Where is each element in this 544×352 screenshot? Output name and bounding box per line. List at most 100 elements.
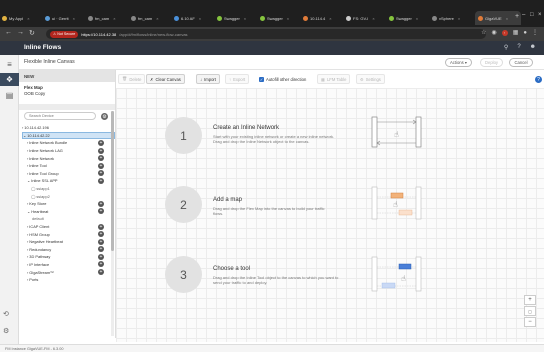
export-button[interactable]: ↑ Export xyxy=(225,74,250,84)
forward-icon[interactable]: → xyxy=(17,29,24,36)
extension-badge-icon[interactable]: ! xyxy=(501,29,508,36)
browser-tab[interactable]: Swagger × xyxy=(217,13,257,23)
panel-scrollbar[interactable] xyxy=(111,111,114,336)
browser-tab[interactable]: ui · Gerrit × xyxy=(45,13,85,23)
actions-dropdown[interactable]: Actions ▾ xyxy=(445,58,472,67)
add-icon[interactable]: + xyxy=(98,170,104,177)
add-icon[interactable]: + xyxy=(98,200,104,207)
close-tab-icon[interactable]: × xyxy=(416,16,418,21)
traffic-nav-icon[interactable]: ❖ xyxy=(0,73,19,86)
lfm-table-button[interactable]: ▦ LFM Table xyxy=(317,74,351,84)
user-icon[interactable]: ☻ xyxy=(530,44,536,51)
tree-category[interactable]: › Key Store + xyxy=(22,200,115,208)
not-secure-badge[interactable]: ⚠ Not Secure xyxy=(50,30,79,38)
tree-category[interactable]: › IP Interface + xyxy=(22,261,115,269)
maximize-icon[interactable]: □ xyxy=(530,12,534,18)
tree-category[interactable]: ⌄ Heartbeat + xyxy=(22,208,115,216)
browser-tab[interactable]: vSphere × xyxy=(432,13,472,23)
close-tab-icon[interactable]: × xyxy=(27,16,29,21)
browser-tab[interactable]: Swagger × xyxy=(260,13,300,23)
expand-chevron-icon[interactable]: ⌄ xyxy=(27,178,30,183)
clear-canvas-button[interactable]: ✗ Clear Canvas xyxy=(146,74,185,84)
scrollbar-thumb[interactable] xyxy=(111,111,114,251)
expand-chevron-icon[interactable]: › xyxy=(27,247,28,252)
expand-chevron-icon[interactable]: › xyxy=(27,270,28,275)
reload-icon[interactable]: ↻ xyxy=(29,29,35,37)
help-icon[interactable]: ? xyxy=(535,76,542,83)
close-tab-icon[interactable]: × xyxy=(329,16,331,21)
tree-category[interactable]: › Inline Tool + xyxy=(22,162,115,170)
zoom-reset-button[interactable]: ▢ xyxy=(524,306,536,316)
add-icon[interactable]: + xyxy=(98,223,104,230)
cancel-button[interactable]: Cancel xyxy=(509,58,533,67)
new-tab-button[interactable]: + xyxy=(515,13,519,20)
profile-icon[interactable]: ● xyxy=(523,30,527,36)
expand-chevron-icon[interactable]: › xyxy=(27,156,28,161)
add-icon[interactable]: + xyxy=(98,238,104,245)
add-icon[interactable]: + xyxy=(98,231,104,238)
expand-chevron-icon[interactable]: › xyxy=(27,201,28,206)
tree-category[interactable]: ⌄ Inline SSL APP + xyxy=(22,177,115,185)
bookmark-star-icon[interactable]: ☆ xyxy=(481,29,486,36)
expand-chevron-icon[interactable]: › xyxy=(27,262,28,267)
expand-chevron-icon[interactable]: › xyxy=(27,232,28,237)
expand-chevron-icon[interactable]: › xyxy=(27,148,28,153)
expand-chevron-icon[interactable]: › xyxy=(27,171,28,176)
history-icon[interactable]: ⟲ xyxy=(3,310,9,318)
close-tab-icon[interactable]: × xyxy=(458,16,460,21)
delete-button[interactable]: 🗑 Delete xyxy=(118,74,146,84)
expand-chevron-icon[interactable]: › xyxy=(27,140,28,145)
tree-category[interactable]: › Redundancy + xyxy=(22,246,115,254)
browser-menu-icon[interactable]: ⋮ xyxy=(532,29,538,36)
expand-chevron-icon[interactable]: › xyxy=(27,163,28,168)
help-circle-icon[interactable]: ? xyxy=(517,44,520,51)
tree-category[interactable]: › ICAP Client + xyxy=(22,223,115,231)
address-bar[interactable]: ⚠ Not Secure https://10.114.42.38/app/#/f… xyxy=(46,29,486,39)
tree-category[interactable]: › Inline Network LAG + xyxy=(22,147,115,155)
add-icon[interactable]: + xyxy=(98,253,104,260)
tree-category[interactable]: › Ports xyxy=(22,276,115,284)
zoom-out-button[interactable]: − xyxy=(524,317,536,327)
flow-item-oob-copy[interactable]: OOB Copy xyxy=(24,91,110,97)
extension-icon[interactable]: ◉ xyxy=(491,29,496,36)
expand-chevron-icon[interactable]: ◯ xyxy=(31,186,35,191)
add-icon[interactable]: + xyxy=(98,147,104,154)
deploy-button[interactable]: Deploy xyxy=(480,58,503,67)
browser-tab[interactable]: fm_cam × xyxy=(88,13,128,23)
settings-gear-icon[interactable]: ⚙ xyxy=(3,327,9,335)
add-icon[interactable]: + xyxy=(98,269,104,276)
expand-chevron-icon[interactable]: › xyxy=(27,224,28,229)
expand-chevron-icon[interactable]: ◯ xyxy=(31,194,35,199)
close-tab-icon[interactable]: × xyxy=(73,16,75,21)
search-icon[interactable]: ⚲ xyxy=(504,44,508,51)
close-tab-icon[interactable]: × xyxy=(244,16,246,21)
tree-category[interactable]: › HSM Group + xyxy=(22,230,115,238)
dashboard-icon[interactable]: ▤ xyxy=(3,89,16,102)
browser-tab[interactable]: My Appl × xyxy=(2,13,42,23)
close-tab-icon[interactable]: × xyxy=(199,16,201,21)
back-icon[interactable]: ← xyxy=(5,29,12,36)
minimize-icon[interactable]: – xyxy=(522,12,525,18)
expand-chevron-icon[interactable]: ⌄ xyxy=(27,209,30,214)
zoom-in-button[interactable]: + xyxy=(524,295,536,305)
expand-chevron-icon[interactable]: › xyxy=(27,254,28,259)
flow-canvas[interactable]: 1 Create an Inline Network Start with yo… xyxy=(116,88,544,342)
settings-button[interactable]: ⚙ Settings xyxy=(356,74,385,84)
browser-tab[interactable]: Swagger × xyxy=(389,13,429,23)
add-icon[interactable]: + xyxy=(98,139,104,146)
close-tab-icon[interactable]: × xyxy=(287,16,289,21)
close-tab-icon[interactable]: × xyxy=(113,16,115,21)
close-tab-icon[interactable]: × xyxy=(156,16,158,21)
search-device-input[interactable] xyxy=(24,112,96,120)
add-icon[interactable]: + xyxy=(98,177,104,184)
browser-tab[interactable]: FS: GV-I × xyxy=(346,13,386,23)
close-tab-icon[interactable]: × xyxy=(506,16,508,21)
tree-subitem[interactable]: ◯ ssiapp1 xyxy=(22,185,115,193)
puzzle-icon[interactable]: ▦ xyxy=(513,29,519,36)
browser-tab[interactable]: 6.10 AF × xyxy=(174,13,214,23)
tree-category[interactable]: › Negative Heartbeat + xyxy=(22,238,115,246)
tree-subitem[interactable]: default xyxy=(22,215,115,223)
autofill-checkbox[interactable]: ✓ Autofill other direction xyxy=(256,74,309,84)
tree-subitem[interactable]: ◯ ssiapp2 xyxy=(22,192,115,200)
add-icon[interactable]: + xyxy=(98,155,104,162)
